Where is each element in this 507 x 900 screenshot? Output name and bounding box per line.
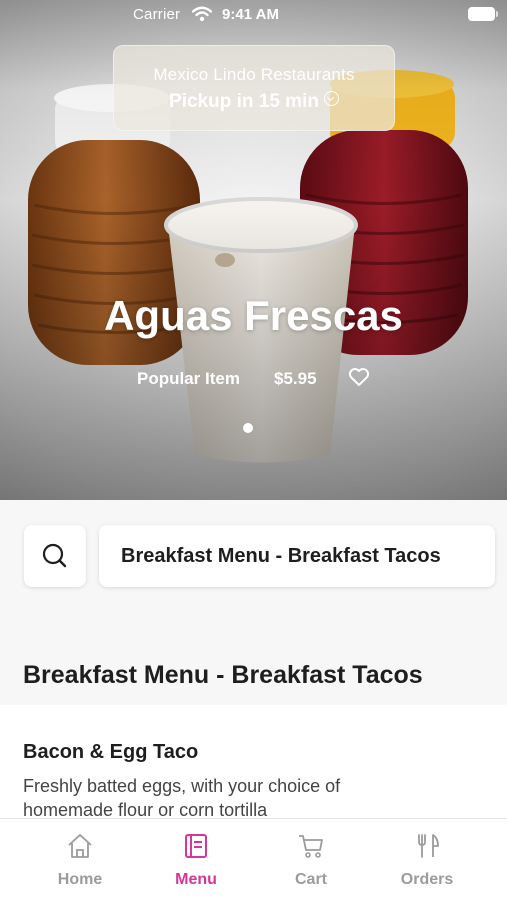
menu-item-name: Bacon & Egg Taco	[23, 741, 199, 763]
tab-bar: Home Menu Cart Orders	[0, 818, 507, 900]
battery-icon	[468, 7, 498, 21]
tab-label: Orders	[400, 871, 454, 888]
wifi-icon	[192, 6, 212, 22]
carousel-page-dot[interactable]	[243, 423, 253, 433]
menu-item-description: Freshly batted eggs, with your choice of…	[23, 774, 423, 822]
home-icon	[68, 834, 92, 858]
fork-knife-icon	[418, 834, 439, 858]
category-selector[interactable]: Breakfast Menu - Breakfast Tacos	[99, 525, 495, 587]
hero-banner[interactable]: Carrier 9:41 AM Mexico Lindo Restaurants…	[0, 0, 507, 500]
pickup-time-label: Pickup in 15 min	[169, 91, 319, 112]
featured-item-price: $5.95	[274, 369, 317, 388]
menu-item[interactable]: Bacon & Egg Taco Freshly batted eggs, wi…	[0, 705, 507, 820]
restaurant-name: Mexico Lindo Restaurants	[153, 65, 355, 84]
chevron-down-circle-icon	[323, 91, 339, 106]
clock: 9:41 AM	[222, 6, 279, 23]
tab-home[interactable]: Home	[25, 819, 135, 900]
tab-label: Cart	[294, 871, 327, 888]
section-heading: Breakfast Menu - Breakfast Tacos	[23, 661, 423, 689]
menu-book-icon	[185, 834, 207, 858]
category-selector-label: Breakfast Menu - Breakfast Tacos	[121, 545, 441, 567]
heart-icon[interactable]	[348, 367, 370, 387]
tab-orders[interactable]: Orders	[372, 819, 482, 900]
tab-label: Home	[57, 871, 103, 888]
pickup-selector[interactable]: Mexico Lindo Restaurants Pickup in 15 mi…	[113, 45, 395, 131]
tab-label: Menu	[175, 871, 217, 888]
featured-item-tag: Popular Item	[137, 369, 240, 388]
tab-cart[interactable]: Cart	[256, 819, 366, 900]
pickup-time[interactable]: Pickup in 15 min	[114, 91, 394, 113]
menu-item-description-line: Freshly batted eggs, with your choice of	[23, 776, 341, 796]
featured-item-title: Aguas Frescas	[104, 292, 403, 339]
carrier-label: Carrier	[133, 6, 181, 23]
status-bar: Carrier 9:41 AM	[0, 0, 507, 30]
tab-menu[interactable]: Menu	[141, 819, 251, 900]
search-button[interactable]	[24, 525, 86, 587]
cart-icon	[299, 835, 323, 858]
search-icon	[42, 543, 67, 568]
